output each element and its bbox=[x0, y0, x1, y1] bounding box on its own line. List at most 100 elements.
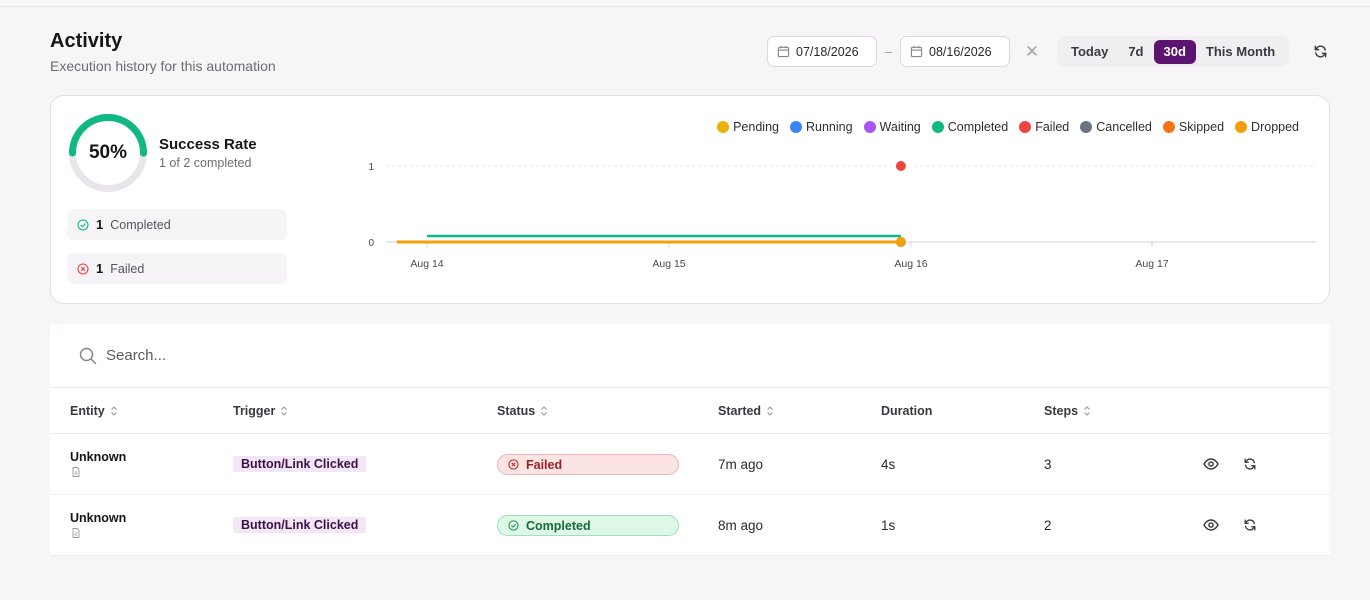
legend-item-skipped[interactable]: Skipped bbox=[1162, 120, 1225, 134]
failed-count: 1 bbox=[96, 261, 104, 276]
column-entity[interactable]: Entity bbox=[70, 404, 118, 418]
calendar-icon bbox=[777, 45, 790, 58]
summary-card: 50% Success Rate 1 of 2 completed 1 Comp… bbox=[50, 95, 1330, 304]
duration-cell: 4s bbox=[881, 457, 896, 472]
legend-label: Cancelled bbox=[1096, 120, 1152, 134]
refresh-icon bbox=[1244, 519, 1256, 531]
date-range-toolbar: 07/18/2026 – 08/16/2026 ✕ Today 7d 30d T… bbox=[767, 36, 1335, 67]
x-tick-label: Aug 17 bbox=[1135, 258, 1168, 270]
column-trigger[interactable]: Trigger bbox=[233, 404, 288, 418]
eye-icon bbox=[1203, 458, 1219, 470]
legend-label: Waiting bbox=[879, 120, 921, 134]
completed-count: 1 bbox=[96, 217, 104, 232]
range-7d-button[interactable]: 7d bbox=[1118, 40, 1153, 64]
started-cell: 8m ago bbox=[718, 518, 764, 533]
data-point-failed bbox=[895, 161, 906, 171]
date-separator: – bbox=[884, 44, 893, 59]
legend-item-completed[interactable]: Completed bbox=[931, 120, 1008, 134]
page-title: Activity bbox=[50, 30, 123, 52]
legend-swatch bbox=[789, 121, 802, 133]
column-steps[interactable]: Steps bbox=[1044, 404, 1091, 418]
duration-cell: 1s bbox=[881, 518, 896, 533]
view-button[interactable] bbox=[1202, 516, 1220, 534]
page-subtitle: Execution history for this automation bbox=[50, 58, 276, 74]
search-icon bbox=[79, 347, 97, 364]
x-circle-icon bbox=[508, 459, 519, 470]
column-duration: Duration bbox=[881, 404, 933, 418]
legend-item-failed[interactable]: Failed bbox=[1019, 120, 1069, 134]
refresh-icon bbox=[1244, 458, 1256, 470]
steps-cell: 3 bbox=[1044, 457, 1052, 472]
range-30d-button[interactable]: 30d bbox=[1153, 39, 1196, 64]
entity-name: Unknown bbox=[70, 511, 127, 525]
success-rate-title: Success Rate bbox=[159, 136, 257, 153]
range-presets: Today 7d 30d This Month bbox=[1057, 36, 1290, 67]
legend-label: Pending bbox=[733, 120, 779, 134]
executions-table-card: Search... Entity Trigger Status Started … bbox=[50, 324, 1330, 556]
data-point-dropped bbox=[895, 237, 906, 247]
refresh-icon bbox=[1314, 45, 1327, 58]
rerun-button[interactable] bbox=[1241, 455, 1259, 473]
range-this-month-button[interactable]: This Month bbox=[1196, 40, 1285, 64]
sort-icon bbox=[767, 406, 773, 416]
success-rate-subtitle: 1 of 2 completed bbox=[159, 156, 252, 170]
entity-cell: Unknown bbox=[70, 450, 126, 480]
clear-dates-button[interactable]: ✕ bbox=[1010, 36, 1054, 67]
sort-icon bbox=[281, 406, 288, 416]
search-input[interactable]: Search... bbox=[106, 347, 166, 364]
table-row[interactable]: Unknown Button/Link Clicked Completed 8m… bbox=[50, 495, 1330, 556]
completed-stat: 1 Completed bbox=[67, 209, 287, 240]
x-tick-label: Aug 15 bbox=[652, 258, 685, 270]
legend-item-pending[interactable]: Pending bbox=[717, 120, 779, 134]
legend-item-dropped[interactable]: Dropped bbox=[1235, 120, 1299, 134]
end-date-value: 08/16/2026 bbox=[929, 44, 992, 59]
view-button[interactable] bbox=[1202, 455, 1220, 473]
legend-item-cancelled[interactable]: Cancelled bbox=[1080, 120, 1152, 134]
trigger-cell: Button/Link Clicked bbox=[233, 517, 367, 533]
legend-swatch bbox=[1235, 121, 1248, 133]
legend-swatch bbox=[717, 121, 730, 133]
failed-stat: 1 Failed bbox=[67, 253, 287, 284]
x-tick-label: Aug 16 bbox=[894, 258, 927, 270]
x-circle-icon bbox=[77, 262, 89, 275]
trigger-badge: Button/Link Clicked bbox=[233, 456, 367, 472]
entity-cell: Unknown bbox=[70, 511, 126, 541]
table-header: Entity Trigger Status Started Duration S… bbox=[50, 388, 1330, 434]
sort-icon bbox=[541, 406, 548, 416]
completed-label: Completed bbox=[110, 217, 171, 232]
status-badge: Completed bbox=[497, 515, 679, 536]
entity-name: Unknown bbox=[70, 450, 127, 464]
legend-swatch bbox=[1080, 121, 1093, 133]
legend-label: Skipped bbox=[1178, 120, 1225, 134]
y-tick-label: 1 bbox=[368, 162, 374, 173]
failed-label: Failed bbox=[110, 261, 145, 276]
sort-icon bbox=[1084, 406, 1090, 416]
start-date-input[interactable]: 07/18/2026 bbox=[767, 36, 877, 67]
top-divider bbox=[0, 6, 1370, 7]
legend-swatch bbox=[1162, 121, 1175, 133]
start-date-value: 07/18/2026 bbox=[796, 44, 859, 59]
trigger-badge: Button/Link Clicked bbox=[233, 517, 367, 533]
end-date-input[interactable]: 08/16/2026 bbox=[900, 36, 1010, 67]
table-row[interactable]: Unknown Button/Link Clicked Failed 7m ag… bbox=[50, 434, 1330, 495]
eye-icon bbox=[1203, 519, 1219, 531]
steps-cell: 2 bbox=[1044, 518, 1052, 533]
legend-item-waiting[interactable]: Waiting bbox=[863, 120, 921, 134]
close-icon: ✕ bbox=[1024, 41, 1040, 61]
trigger-cell: Button/Link Clicked bbox=[233, 456, 367, 472]
search-bar[interactable]: Search... bbox=[50, 324, 1330, 388]
check-circle-icon bbox=[77, 218, 89, 231]
status-cell: Completed bbox=[497, 515, 679, 536]
rerun-button[interactable] bbox=[1241, 516, 1259, 534]
status-badge: Failed bbox=[497, 454, 679, 475]
refresh-button[interactable] bbox=[1305, 36, 1335, 67]
legend-swatch bbox=[931, 121, 944, 133]
legend-item-running[interactable]: Running bbox=[789, 120, 853, 134]
range-today-button[interactable]: Today bbox=[1061, 40, 1118, 64]
legend-swatch bbox=[863, 121, 876, 133]
calendar-icon bbox=[910, 45, 923, 58]
sort-icon bbox=[110, 406, 117, 416]
y-tick-label: 0 bbox=[368, 238, 374, 249]
column-status[interactable]: Status bbox=[497, 404, 548, 418]
column-started[interactable]: Started bbox=[718, 404, 774, 418]
